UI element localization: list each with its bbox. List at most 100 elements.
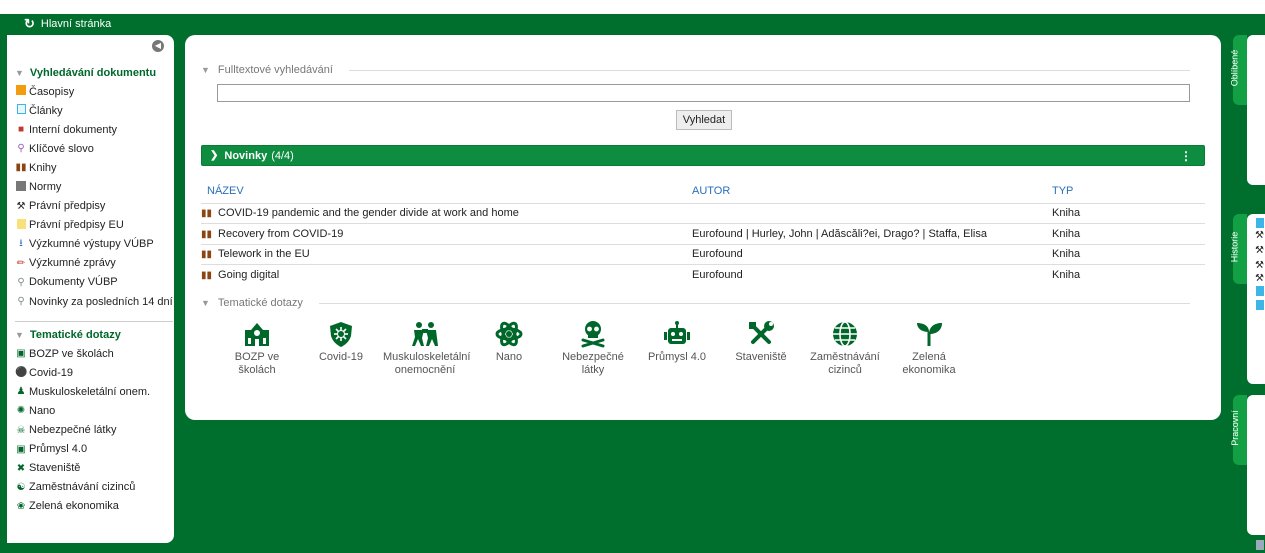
tab-workspace[interactable]: Pracovní xyxy=(1230,395,1247,465)
sidebar-section-topics[interactable]: ▼ Tematické dotazy xyxy=(15,326,174,344)
sidebar-section-search[interactable]: ▼ Vyhledávání dokumentu xyxy=(15,64,174,82)
sidebar-item-novinky-za-posledn-ch-14-dn-[interactable]: ⚲ Novinky za posledních 14 dní xyxy=(15,292,174,311)
title-text[interactable]: COVID-19 pandemic and the gender divide … xyxy=(218,207,519,219)
collapse-triangle-icon: ▼ xyxy=(201,65,210,75)
people-icon xyxy=(383,317,467,351)
topic-tile[interactable]: Nebezpečné látky xyxy=(551,317,635,377)
topic-label-line1: Muskuloskeletální xyxy=(383,351,471,363)
sidebar-item-zam-stn-v-n-cizinc-[interactable]: ☯ Zaměstnávání cizinců xyxy=(15,478,174,497)
sidebar-item-intern-dokumenty[interactable]: ■ Interní dokumenty xyxy=(15,120,174,139)
main-panel: ▼ Fulltextové vyhledávání Vyhledat ❯ Nov… xyxy=(185,35,1221,420)
gavel-icon[interactable]: ⚒ xyxy=(1255,245,1264,256)
news-table: NÁZEV AUTOR TYP ▮▮ COVID-19 pandemic and … xyxy=(201,180,1205,285)
sidebar-item-label: Interní dokumenty xyxy=(29,123,118,136)
sidebar-item-label: Zaměstnávání cizinců xyxy=(29,481,136,494)
column-header-type[interactable]: TYP xyxy=(1052,180,1205,203)
topic-tile[interactable]: BOZP ve školách xyxy=(215,317,299,377)
topic-tile[interactable]: Nano xyxy=(467,317,551,377)
sidebar-item-label: Staveniště xyxy=(29,462,81,475)
divider xyxy=(318,302,1190,304)
divider xyxy=(348,69,1190,71)
column-header-title[interactable]: NÁZEV xyxy=(201,180,692,203)
sidebar-item-zelen-ekonomika[interactable]: ❀ Zelená ekonomika xyxy=(15,497,174,516)
column-header-author[interactable]: AUTOR xyxy=(692,180,1052,203)
topic-label-line1: Zaměstnávání xyxy=(810,351,880,363)
sidebar-item-v-zkumn-v-stupy-v-bp[interactable]: ⭳ Výzkumné výstupy VÚBP xyxy=(15,235,174,254)
topic-tile[interactable]: Staveniště xyxy=(719,317,803,377)
table-row[interactable]: ▮▮ Recovery from COVID-19 Eurofound | Hurl… xyxy=(201,223,1205,244)
sidebar-item-nebezpe-n-l-tky[interactable]: ☠ Nebezpečné látky xyxy=(15,421,174,440)
cell-title[interactable]: ▮▮ Telework in the EU xyxy=(201,243,692,265)
news-header-bar[interactable]: ❯ Novinky (4/4) ⋮ xyxy=(201,145,1205,166)
gavel-icon[interactable]: ⚒ xyxy=(1255,273,1264,284)
tab-history[interactable]: Historie xyxy=(1229,214,1247,284)
kebab-menu-icon[interactable]: ⋮ xyxy=(1180,149,1192,163)
collapse-triangle-icon: ▼ xyxy=(15,68,24,78)
top-strip xyxy=(0,0,1265,14)
sidebar-doc-list: Časopisy Články ■ Interní dokumenty ⚲ Klíčové… xyxy=(15,82,174,311)
collapse-triangle-icon: ▼ xyxy=(201,298,210,308)
search-button[interactable]: Vyhledat xyxy=(676,110,732,130)
cell-title[interactable]: ▮▮ COVID-19 pandemic and the gender divid… xyxy=(201,202,692,224)
sidebar-item-v-zkumn-zpr-vy[interactable]: ✏ Výzkumné zprávy xyxy=(15,254,174,273)
table-row[interactable]: ▮▮ Going digital Eurofound Kniha xyxy=(201,264,1205,285)
fulltext-search-input[interactable] xyxy=(217,84,1190,102)
sidebar-item-nano[interactable]: ✺ Nano xyxy=(15,401,174,420)
cell-type: Kniha xyxy=(1052,243,1205,265)
book-icon: ▮▮ xyxy=(15,162,27,174)
sidebar-item-bozp-ve-kol-ch[interactable]: ▣ BOZP ve školách xyxy=(15,344,174,363)
table-row[interactable]: ▮▮ COVID-19 pandemic and the gender divid… xyxy=(201,202,1205,224)
topic-tile[interactable]: Zaměstnávání cizinců xyxy=(803,317,887,377)
sidebar-item-staveni-t-[interactable]: ✖ Staveniště xyxy=(15,459,174,478)
sidebar-item-pr-vn-p-edpisy[interactable]: ⚒ Právní předpisy xyxy=(15,197,174,216)
sidebar-item--l-nky[interactable]: Články xyxy=(15,101,174,120)
globe-icon xyxy=(803,317,887,351)
sidebar-item-knihy[interactable]: ▮▮ Knihy xyxy=(15,158,174,177)
sidebar-item-label: Články xyxy=(29,104,63,117)
fulltext-header[interactable]: ▼ Fulltextové vyhledávání xyxy=(201,64,1190,76)
sidebar-item-dokumenty-v-bp[interactable]: ⚲ Dokumenty VÚBP xyxy=(15,273,174,292)
news-count: (4/4) xyxy=(271,149,294,162)
title-text[interactable]: Going digital xyxy=(218,269,279,281)
topic-tiles: BOZP ve školách Covid-19 Muskuloskeletální o… xyxy=(215,317,971,377)
gavel-icon[interactable]: ⚒ xyxy=(1255,230,1264,241)
cell-title[interactable]: ▮▮ Going digital xyxy=(201,264,692,285)
divider xyxy=(15,321,173,323)
collapse-sidebar-icon[interactable]: ◀ xyxy=(152,40,164,52)
topic-label-line1: Staveniště xyxy=(735,351,787,363)
sidebar-item--asopisy[interactable]: Časopisy xyxy=(15,82,174,101)
table-row[interactable]: ▮▮ Telework in the EU Eurofound Kniha xyxy=(201,243,1205,265)
sidebar-item-covid-19[interactable]: ⚫ Covid-19 xyxy=(15,363,174,382)
sidebar-item-kl-ov-slovo[interactable]: ⚲ Klíčové slovo xyxy=(15,139,174,158)
sidebar-item-pr-vn-p-edpisy-eu[interactable]: Právní předpisy EU xyxy=(15,216,174,235)
sidebar-item-label: Knihy xyxy=(29,161,57,174)
article-icon[interactable] xyxy=(1256,286,1264,296)
article-icon[interactable] xyxy=(1256,218,1264,228)
sidebar-item-muskuloskelet-ln-onem-[interactable]: ♟ Muskuloskeletální onem. xyxy=(15,382,174,401)
topics-header[interactable]: ▼ Tematické dotazy xyxy=(201,297,1190,309)
topic-tile[interactable]: Muskuloskeletální onemocnění xyxy=(383,317,471,377)
sidebar-item-label: Covid-19 xyxy=(29,366,74,379)
sidebar-item-pr-mysl-4-0[interactable]: ▣ Průmysl 4.0 xyxy=(15,440,174,459)
gavel-icon[interactable]: ⚒ xyxy=(1255,260,1264,271)
tab-favorites[interactable]: Oblíbené xyxy=(1229,35,1247,105)
topic-tile[interactable]: Zelená ekonomika xyxy=(887,317,971,377)
cell-title[interactable]: ▮▮ Recovery from COVID-19 xyxy=(201,223,692,244)
title-text[interactable]: Recovery from COVID-19 xyxy=(218,228,343,240)
sidebar-item-label: Nano xyxy=(29,404,56,417)
topic-tile[interactable]: Covid-19 xyxy=(299,317,383,377)
sidebar-item-label: Klíčové slovo xyxy=(29,142,94,155)
article-icon xyxy=(15,104,27,117)
home-link[interactable]: ↻ Hlavní stránka xyxy=(0,14,111,34)
document-icon[interactable] xyxy=(1256,540,1264,550)
sidebar-item-label: BOZP ve školách xyxy=(29,347,114,360)
collapse-triangle-icon: ▼ xyxy=(15,330,24,341)
skull-icon: ☠ xyxy=(16,424,26,436)
title-text[interactable]: Telework in the EU xyxy=(218,248,310,260)
sidebar-item-normy[interactable]: Normy xyxy=(15,177,174,196)
article-icon[interactable] xyxy=(1256,300,1264,310)
norm-icon xyxy=(15,180,27,194)
robot-icon xyxy=(635,317,719,351)
topic-tile[interactable]: Průmysl 4.0 xyxy=(635,317,719,377)
globe-icon: ☯ xyxy=(16,481,26,493)
